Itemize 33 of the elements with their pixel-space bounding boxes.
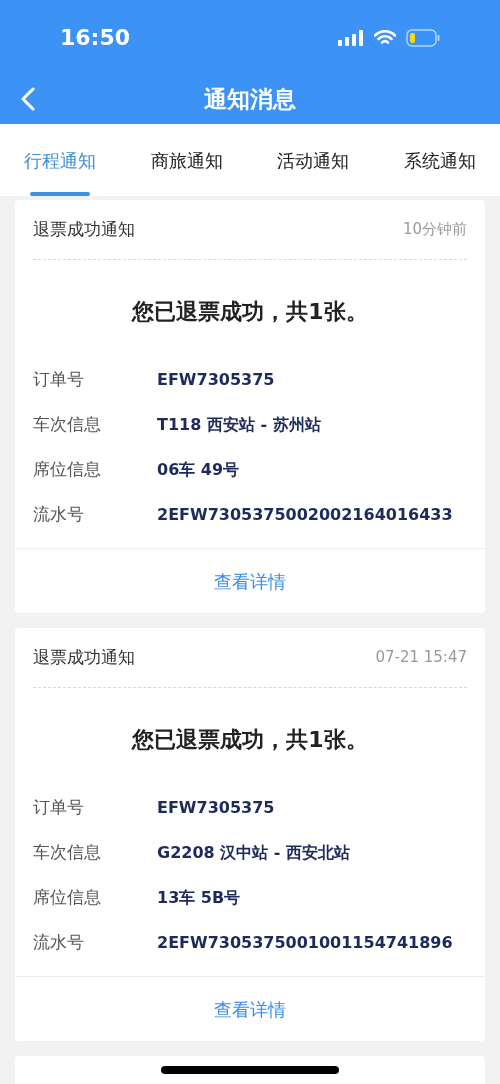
- wifi-icon: [374, 29, 396, 46]
- notification-headline: 您已退票成功，共1张。: [132, 298, 368, 326]
- notification-headline: 您已退票成功，共1张。: [132, 726, 368, 754]
- details-button[interactable]: 查看详情: [214, 567, 286, 595]
- field-value: 06车 49号: [157, 458, 240, 481]
- tab[interactable]: 商旅通知: [150, 124, 223, 196]
- notification-title: 退票成功通知: [33, 217, 135, 241]
- field-value: EFW7305375: [157, 796, 275, 819]
- notification-time: 10分钟前: [402, 219, 467, 241]
- tab[interactable]: 活动通知: [277, 124, 350, 196]
- field-value: T118 西安站 - 苏州站: [157, 413, 321, 436]
- field-label: 席位信息: [33, 457, 102, 481]
- notification-title: 退票成功通知: [33, 645, 135, 669]
- field-label: 流水号: [33, 502, 85, 526]
- field-value: 13车 5B号: [157, 886, 241, 909]
- field-label: 车次信息: [33, 840, 102, 864]
- battery-icon: [406, 28, 440, 47]
- field-value: 2EFW7305375001001154741896: [157, 931, 453, 954]
- field-value: G2208 汉中站 - 西安北站: [157, 841, 350, 864]
- field-label: 车次信息: [33, 412, 102, 436]
- field-value: EFW7305375: [157, 368, 275, 391]
- notification-time: 07-21 15:47: [375, 647, 467, 669]
- field-label: 席位信息: [33, 885, 102, 909]
- tab[interactable]: 系统通知: [403, 124, 476, 196]
- page-title: 通知消息: [204, 85, 296, 115]
- field-value: 2EFW7305375002002164016433: [157, 503, 453, 526]
- tab[interactable]: 行程通知: [24, 124, 96, 196]
- signal-icon: [338, 29, 364, 46]
- details-button[interactable]: 查看详情: [214, 995, 286, 1023]
- field-label: 订单号: [33, 795, 85, 819]
- field-label: 流水号: [33, 930, 85, 954]
- field-label: 订单号: [33, 367, 85, 391]
- status-time: 16:50: [60, 24, 131, 52]
